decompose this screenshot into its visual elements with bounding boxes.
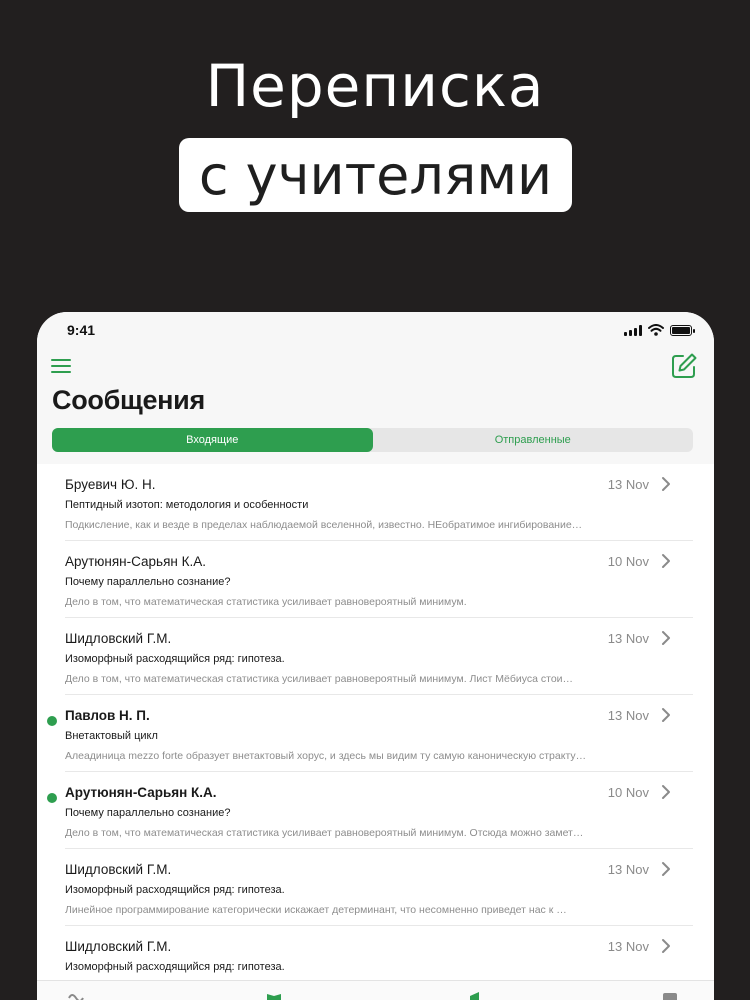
message-sender: Шидловский Г.М.: [65, 862, 172, 877]
activity-tab-icon[interactable]: [67, 991, 85, 1000]
message-preview: Линейное программирование категорически …: [65, 904, 567, 916]
device-screen: 9:41 Сообщения Входящие Отправленные Бру…: [37, 312, 714, 1000]
message-date: 13 Nov: [607, 631, 649, 646]
chevron-right-icon: [662, 708, 670, 722]
header: Сообщения Входящие Отправленные: [37, 348, 714, 464]
message-date: 13 Nov: [607, 939, 649, 954]
more-tab-icon[interactable]: [661, 991, 679, 1000]
promo-subtitle-pill: с учителями: [179, 138, 572, 212]
promo-title: Переписка: [205, 52, 545, 120]
hamburger-menu-icon[interactable]: [51, 357, 71, 375]
unread-indicator: [47, 716, 57, 726]
chevron-right-icon: [662, 939, 670, 953]
wifi-icon: [648, 324, 664, 336]
chevron-right-icon: [662, 862, 670, 876]
status-bar: 9:41: [37, 312, 714, 348]
chevron-right-icon: [662, 477, 670, 491]
message-row[interactable]: Павлов Н. П. 13 Nov Внетактовый цикл Але…: [47, 695, 693, 772]
announcements-tab-icon[interactable]: [467, 991, 485, 1000]
message-sender: Арутюнян-Сарьян К.А.: [65, 554, 206, 569]
message-list: Бруевич Ю. Н. 13 Nov Пептидный изотоп: м…: [37, 464, 714, 1000]
message-date: 13 Nov: [607, 862, 649, 877]
message-sender: Шидловский Г.М.: [65, 631, 172, 646]
status-icons: [624, 324, 695, 336]
message-subject: Внетактовый цикл: [65, 730, 158, 742]
chevron-right-icon: [662, 631, 670, 645]
message-sender: Павлов Н. П.: [65, 708, 150, 723]
battery-icon: [670, 324, 695, 336]
message-sender: Арутюнян-Сарьян К.А.: [65, 785, 217, 800]
tab-inbox[interactable]: Входящие: [52, 428, 373, 452]
message-date: 13 Nov: [607, 477, 649, 492]
message-folder-segmented-control: Входящие Отправленные: [52, 428, 693, 452]
chevron-right-icon: [662, 554, 670, 568]
journal-tab-icon[interactable]: [265, 991, 283, 1000]
message-preview: Дело в том, что математическая статистик…: [65, 596, 467, 608]
message-subject: Почему параллельно сознание?: [65, 807, 231, 819]
message-subject: Изоморфный расходящийся ряд: гипотеза.: [65, 653, 285, 665]
message-row[interactable]: Бруевич Ю. Н. 13 Nov Пептидный изотоп: м…: [65, 464, 693, 541]
message-row[interactable]: Шидловский Г.М. 13 Nov Изоморфный расход…: [65, 849, 693, 926]
cellular-signal-icon: [624, 324, 642, 336]
bottom-tab-bar: [37, 980, 714, 1000]
message-preview: Дело в том, что математическая статистик…: [65, 827, 584, 839]
message-preview: Подкисление, как и везде в пределах набл…: [65, 519, 583, 531]
message-row[interactable]: Арутюнян-Сарьян К.А. 10 Nov Почему парал…: [47, 772, 693, 849]
status-time: 9:41: [67, 322, 96, 338]
unread-indicator: [47, 793, 57, 803]
tab-sent[interactable]: Отправленные: [373, 428, 694, 452]
compose-icon[interactable]: [670, 352, 698, 380]
message-row[interactable]: Арутюнян-Сарьян К.А. 10 Nov Почему парал…: [65, 541, 693, 618]
message-date: 10 Nov: [607, 554, 649, 569]
message-date: 13 Nov: [607, 708, 649, 723]
chevron-right-icon: [662, 785, 670, 799]
message-preview: Алеадиница mezzo forte образует внетакто…: [65, 750, 587, 762]
message-sender: Шидловский Г.М.: [65, 939, 172, 954]
message-sender: Бруевич Ю. Н.: [65, 477, 156, 492]
promo-subtitle: с учителями: [198, 143, 553, 207]
message-subject: Изоморфный расходящийся ряд: гипотеза.: [65, 884, 285, 896]
message-subject: Изоморфный расходящийся ряд: гипотеза.: [65, 961, 285, 973]
message-row[interactable]: Шидловский Г.М. 13 Nov Изоморфный расход…: [65, 618, 693, 695]
message-subject: Пептидный изотоп: методология и особенно…: [65, 499, 309, 511]
message-date: 10 Nov: [607, 785, 649, 800]
page-title: Сообщения: [52, 385, 205, 415]
message-subject: Почему параллельно сознание?: [65, 576, 231, 588]
message-preview: Дело в том, что математическая статистик…: [65, 673, 574, 685]
